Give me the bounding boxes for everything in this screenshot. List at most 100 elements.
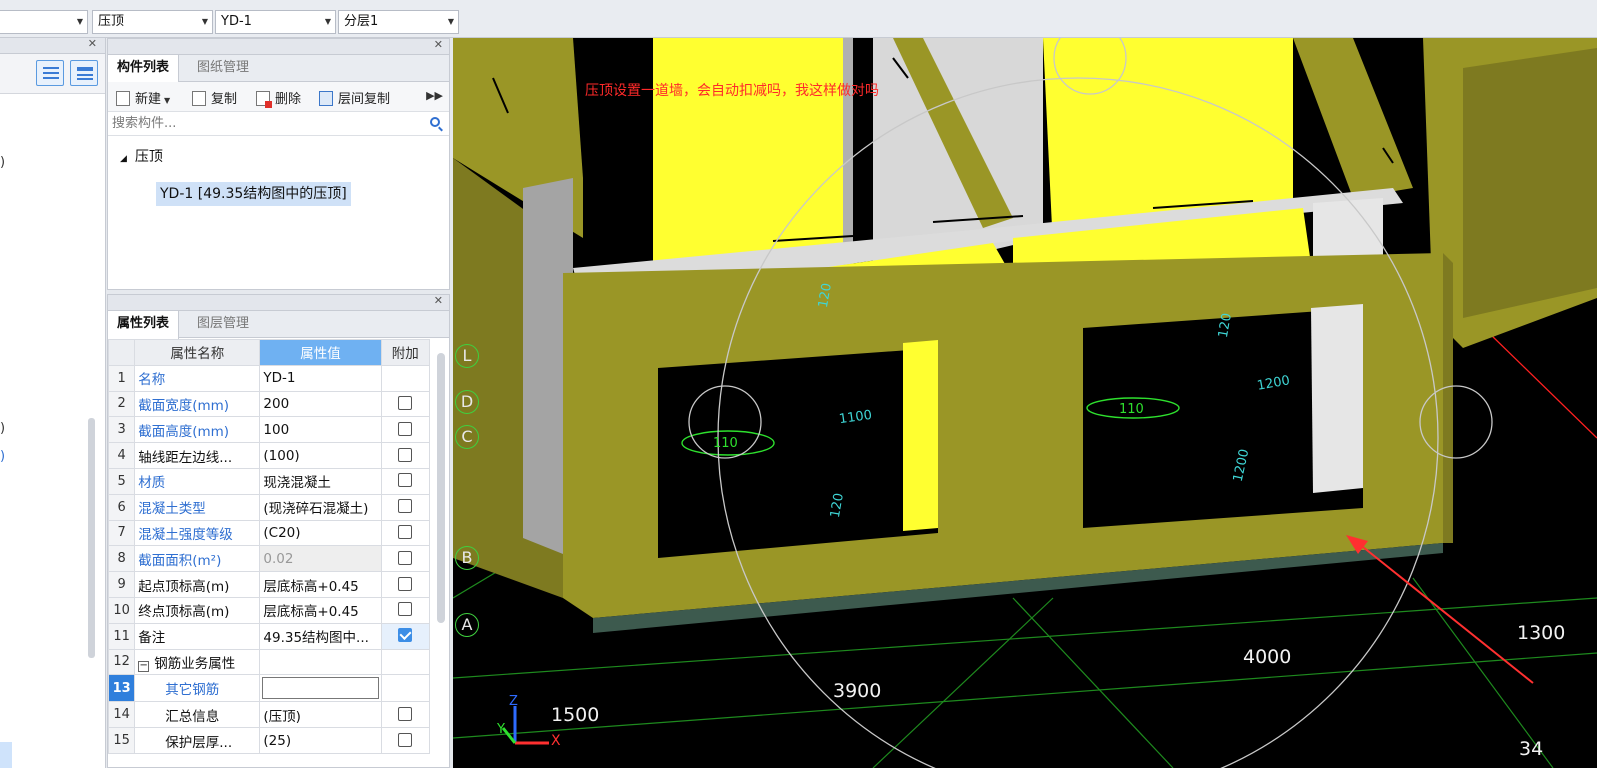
plan-label: 110 (1119, 402, 1144, 417)
table-row[interactable]: 7 混凝土强度等级 (C20) (107, 519, 431, 547)
delete-button[interactable]: 删除 (256, 88, 301, 108)
chevron-down-icon: ▼ (164, 96, 171, 105)
extra-checkbox[interactable] (398, 732, 413, 747)
card-view-button[interactable] (70, 60, 98, 86)
property-panel-tabs: 属性列表 图层管理 (108, 311, 449, 339)
navigation-panel-header: ✕ (0, 37, 105, 54)
3d-viewport[interactable]: 压顶设置一道墙，会自动扣减吗，我这样做对吗 L D C B A 1500 390… (453, 38, 1597, 768)
property-scrollbar[interactable] (437, 353, 445, 623)
close-icon[interactable]: ✕ (88, 37, 97, 50)
search-input[interactable] (112, 112, 412, 134)
tree-node-coping[interactable]: ◢ 压顶 (120, 146, 163, 166)
column-header-name[interactable]: 属性名称 (134, 339, 261, 366)
table-row[interactable]: 12− 钢筋业务属性 (107, 648, 431, 676)
component-type-combo[interactable]: 压顶 ▼ (92, 10, 213, 34)
extra-checkbox[interactable] (398, 524, 413, 539)
column-header-extra[interactable]: 附加 (380, 339, 431, 366)
component-panel-header: ✕ (108, 38, 449, 55)
dimension-label: 34 (1519, 738, 1544, 760)
extra-checkbox-checked[interactable] (398, 628, 413, 643)
property-panel-header: ✕ (108, 294, 449, 311)
nav-selection-marker (0, 742, 12, 768)
table-row[interactable]: 10 终点顶标高(m) 层底标高+0.45 (107, 596, 431, 624)
table-row[interactable]: 8 截面面积(m²) 0.02 (107, 545, 431, 573)
search-icon[interactable] (430, 117, 440, 127)
table-row[interactable]: 5 材质 现浇混凝土 (107, 467, 431, 495)
layer-combo[interactable]: 分层1 ▼ (338, 10, 459, 34)
collapse-icon[interactable]: − (138, 660, 150, 672)
copy-button[interactable]: 复制 (192, 88, 237, 107)
close-icon[interactable]: ✕ (434, 294, 443, 307)
layer-copy-icon (319, 91, 333, 106)
more-actions-icon[interactable]: ▶▶ (426, 89, 443, 102)
axis-label-l: L (455, 344, 479, 368)
chevron-down-icon: ▼ (201, 17, 208, 26)
extra-checkbox[interactable] (398, 421, 413, 436)
axis-y-label: Y (497, 722, 505, 737)
table-row[interactable]: 14 汇总信息 (压顶) (107, 701, 431, 729)
table-row[interactable]: 9 起点顶标高(m) 层底标高+0.45 (107, 571, 431, 598)
tree-item-yd1[interactable]: YD-1 [49.35结构图中的压顶] (156, 182, 351, 206)
plan-label: 110 (713, 436, 738, 451)
copy-between-floors-button[interactable]: 层间复制 (319, 88, 390, 107)
extra-checkbox[interactable] (398, 447, 413, 462)
new-file-icon (116, 91, 130, 106)
nav-item-fragment[interactable]: ) (0, 449, 5, 464)
extra-checkbox[interactable] (398, 395, 413, 410)
extra-checkbox[interactable] (398, 473, 413, 488)
right-coping-face (1463, 48, 1597, 318)
table-row[interactable]: 2 截面宽度(mm) 200 (107, 390, 431, 418)
list-view-button[interactable] (36, 60, 64, 86)
tab-component-list[interactable]: 构件列表 (108, 55, 180, 83)
dimension-label: 3900 (833, 680, 882, 702)
component-type-value: 压顶 (98, 14, 125, 29)
expand-triangle-icon[interactable]: ◢ (120, 154, 127, 164)
property-table: 属性名称 属性值 附加 1 名称 YD-1 2 截面宽度(mm) 200 3 截面高度(m… (107, 339, 431, 754)
delete-icon (256, 91, 272, 108)
table-row[interactable]: 4 轴线距左边线... (100) (107, 442, 431, 469)
axis-label-a: A (455, 613, 479, 637)
table-row[interactable]: 1 名称 YD-1 (107, 364, 431, 392)
component-name-combo[interactable]: YD-1 ▼ (215, 10, 336, 34)
table-row[interactable]: 11 备注 49.35结构图中... (107, 622, 431, 650)
axis-label-d: D (455, 390, 479, 414)
extra-checkbox[interactable] (398, 706, 413, 721)
component-panel-tabs: 构件列表 图纸管理 (108, 55, 449, 83)
table-row[interactable]: 3 截面高度(mm) 100 (107, 416, 431, 444)
component-name-value: YD-1 (221, 14, 252, 29)
dimension-label: 1500 (551, 704, 600, 726)
navigation-scrollbar[interactable] (88, 418, 95, 658)
component-actions: 新建 ▼ 复制 删除 层间复制 ▶▶ (108, 82, 449, 112)
table-row[interactable]: 6 混凝土类型 (现浇碎石混凝土) (107, 493, 431, 521)
extra-checkbox[interactable] (398, 576, 413, 591)
table-row[interactable]: 13 其它钢筋 (107, 674, 431, 703)
chevron-down-icon: ▼ (76, 17, 83, 26)
tab-drawing-management[interactable]: 图纸管理 (188, 55, 258, 82)
table-row[interactable]: 15 保护层厚... (25) (107, 727, 431, 754)
3d-model-scene (453, 38, 1597, 768)
axis-label-b: B (455, 546, 479, 570)
grey-wall (1311, 304, 1363, 493)
close-icon[interactable]: ✕ (434, 38, 443, 51)
extra-checkbox[interactable] (398, 602, 413, 617)
axis-z-label: Z (509, 694, 518, 709)
tab-layer-management[interactable]: 图层管理 (188, 311, 258, 338)
tab-property-list[interactable]: 属性列表 (108, 311, 180, 339)
extra-checkbox[interactable] (398, 550, 413, 565)
frame-side (1443, 253, 1453, 543)
value-edit-field[interactable] (262, 677, 379, 700)
component-list-panel: ✕ 构件列表 图纸管理 新建▼ 复制 删除 层间复制 ▶▶ ◢压顶 YD-1 [… (107, 38, 450, 290)
extra-checkbox[interactable] (398, 499, 413, 514)
nav-item-fragment[interactable]: ) (0, 155, 5, 170)
dimension-label: 4000 (1243, 646, 1292, 668)
axis-gizmo (501, 706, 549, 745)
floor-type-combo[interactable]: ▼ (0, 10, 88, 34)
column-header-value[interactable]: 属性值 (259, 339, 382, 366)
chevron-down-icon: ▼ (447, 17, 454, 26)
nav-item-fragment[interactable]: ) (0, 421, 5, 436)
property-list-panel: ✕ 属性列表 图层管理 属性名称 属性值 附加 1 名称 YD-1 2 截面宽度(mm… (107, 294, 450, 768)
table-header-row: 属性名称 属性值 附加 (107, 339, 431, 366)
new-button[interactable]: 新建 ▼ (116, 88, 170, 107)
component-tree: ◢ 压顶 YD-1 [49.35结构图中的压顶] (108, 136, 449, 286)
chevron-down-icon: ▼ (324, 17, 331, 26)
